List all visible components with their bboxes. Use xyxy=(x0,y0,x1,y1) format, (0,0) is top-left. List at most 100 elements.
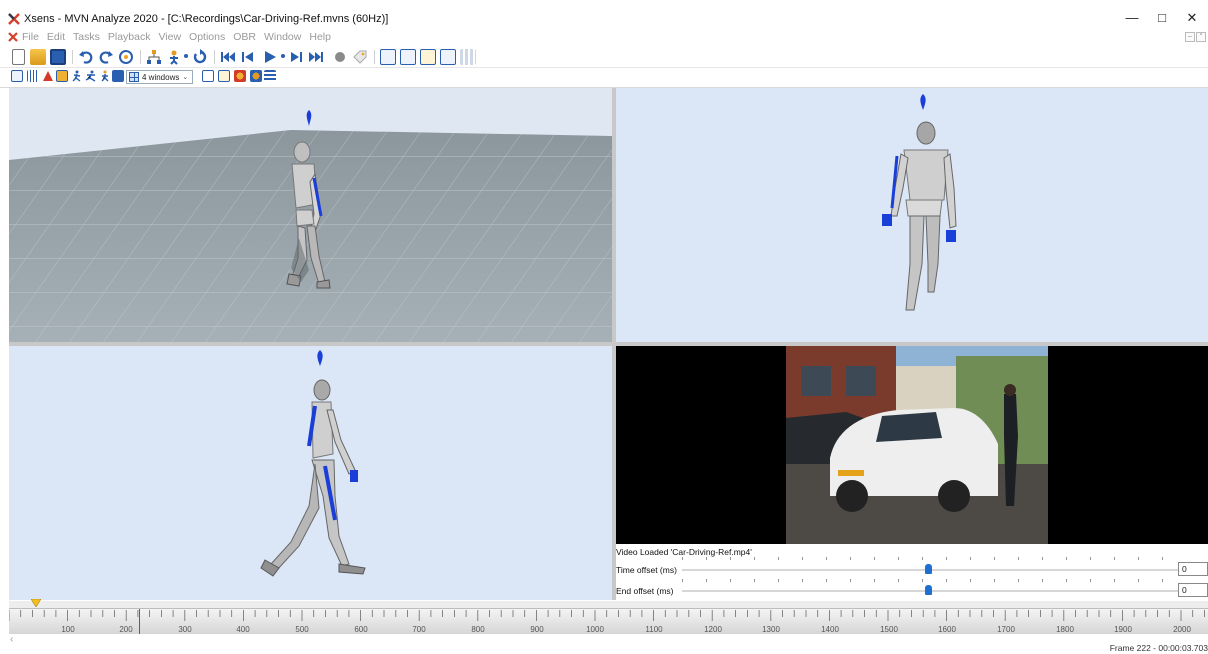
menu-obr[interactable]: OBR xyxy=(233,31,256,43)
time-offset-input[interactable]: 0 xyxy=(1178,562,1208,576)
reprocess-icon[interactable] xyxy=(118,49,134,65)
timeline-label: 2000 xyxy=(1173,625,1191,634)
perspective-scene xyxy=(9,110,612,342)
image-icon[interactable] xyxy=(56,70,68,82)
timeline-label: 1100 xyxy=(645,625,663,634)
timeline-label: 1800 xyxy=(1056,625,1074,634)
export-icon[interactable] xyxy=(400,49,416,65)
time-offset-thumb[interactable] xyxy=(925,564,932,574)
viewport-video[interactable] xyxy=(616,346,1208,544)
timeline-label: 100 xyxy=(61,625,75,634)
avatar-walk-icon[interactable] xyxy=(71,70,83,82)
timeline-label: 1500 xyxy=(880,625,898,634)
viewport-perspective[interactable] xyxy=(9,88,612,342)
mdi-minimize-button[interactable]: – xyxy=(1185,32,1195,42)
end-offset-input[interactable]: 0 xyxy=(1178,583,1208,597)
main-toolbar xyxy=(0,46,1208,68)
floor-grid-icon[interactable] xyxy=(27,70,39,82)
sensor-config-icon[interactable] xyxy=(250,70,262,82)
window-layout-select[interactable]: 4 windows ⌄ xyxy=(126,70,194,84)
timeline-label: 500 xyxy=(295,625,309,634)
time-offset-ticks xyxy=(682,557,1178,560)
new-file-icon[interactable] xyxy=(12,49,25,65)
side-scene xyxy=(260,350,366,577)
skip-to-start-icon[interactable] xyxy=(220,49,236,65)
view-fit-icon[interactable] xyxy=(11,70,23,82)
timeline-label: 1200 xyxy=(704,625,722,634)
video-frame xyxy=(786,346,1048,544)
record-icon[interactable] xyxy=(332,49,348,65)
viewport-side[interactable] xyxy=(9,346,612,600)
timeline[interactable]: 100 200 300 400 500 600 700 800 900 1000… xyxy=(9,599,1208,635)
timeline-label: 900 xyxy=(530,625,544,634)
window-title: Xsens - MVN Analyze 2020 - [C:\Recording… xyxy=(24,13,389,25)
avatar-run-icon[interactable] xyxy=(85,70,97,82)
menu-edit[interactable]: Edit xyxy=(47,31,65,43)
avatar-side xyxy=(260,350,366,577)
step-back-icon[interactable] xyxy=(240,49,256,65)
mdi-restore-button[interactable]: ° xyxy=(1196,32,1206,42)
menu-help[interactable]: Help xyxy=(309,31,331,43)
dropdown-dot-icon[interactable] xyxy=(184,54,188,58)
menu-tasks[interactable]: Tasks xyxy=(73,31,100,43)
close-button[interactable]: ✕ xyxy=(1180,8,1204,28)
avatar-back xyxy=(882,94,957,311)
notes-icon[interactable] xyxy=(218,70,230,82)
marker-tag-icon[interactable] xyxy=(352,49,368,65)
end-offset-thumb[interactable] xyxy=(925,585,932,595)
avatar-stand-icon[interactable] xyxy=(99,70,111,82)
hierarchy-icon[interactable] xyxy=(146,49,162,65)
xsens-menu-icon[interactable] xyxy=(8,32,18,42)
timeline-ruler[interactable]: 100 200 300 400 500 600 700 800 900 1000… xyxy=(9,608,1208,635)
menu-bar: File Edit Tasks Playback View Options OB… xyxy=(0,30,1208,46)
timeline-label: 600 xyxy=(354,625,368,634)
list-icon[interactable] xyxy=(264,70,276,82)
maximize-button[interactable]: □ xyxy=(1150,8,1174,28)
title-bar: Xsens - MVN Analyze 2020 - [C:\Recording… xyxy=(0,0,1208,30)
sensor-icon[interactable] xyxy=(234,70,246,82)
menu-file[interactable]: File xyxy=(22,31,39,43)
menu-playback[interactable]: Playback xyxy=(108,31,151,43)
calibration-icon[interactable] xyxy=(166,49,182,65)
reset-icon[interactable] xyxy=(192,49,208,65)
graph-icon[interactable] xyxy=(440,49,456,65)
step-forward-icon[interactable] xyxy=(288,49,304,65)
scroll-left-icon[interactable]: ‹ xyxy=(10,634,13,645)
play-icon[interactable] xyxy=(262,49,278,65)
timeline-label: 300 xyxy=(178,625,192,634)
menu-window[interactable]: Window xyxy=(264,31,301,43)
chevron-down-icon: ⌄ xyxy=(182,74,189,81)
timeline-label: 1700 xyxy=(997,625,1015,634)
triangle-icon[interactable] xyxy=(42,70,54,82)
viewport-back[interactable] xyxy=(616,88,1208,342)
frame-status: Frame 222 - 00:00:03.703 xyxy=(1109,643,1208,653)
open-folder-icon[interactable] xyxy=(30,49,46,65)
end-offset-label: End offset (ms) xyxy=(616,586,674,596)
timeline-label: 1300 xyxy=(762,625,780,634)
end-offset-ticks xyxy=(682,579,1178,582)
window-grid-icon xyxy=(129,72,139,82)
edit-report-icon[interactable] xyxy=(420,49,436,65)
timeline-playhead[interactable] xyxy=(139,609,140,635)
window-layout-value: 4 windows xyxy=(142,72,180,82)
timeline-label: 1600 xyxy=(938,625,956,634)
save-icon[interactable] xyxy=(50,49,66,65)
grid-view-icon[interactable] xyxy=(460,49,476,65)
filter-icon[interactable] xyxy=(112,70,124,82)
skip-to-end-icon[interactable] xyxy=(308,49,324,65)
timeline-label: 1900 xyxy=(1114,625,1132,634)
back-scene xyxy=(882,94,957,311)
chart-icon[interactable] xyxy=(202,70,214,82)
analysis-icon[interactable] xyxy=(380,49,396,65)
menu-view[interactable]: View xyxy=(158,31,181,43)
timeline-label: 400 xyxy=(236,625,250,634)
undo-icon[interactable] xyxy=(78,49,94,65)
menu-options[interactable]: Options xyxy=(189,31,225,43)
play-dropdown-icon[interactable] xyxy=(281,54,285,58)
redo-icon[interactable] xyxy=(98,49,114,65)
timeline-header xyxy=(9,601,1208,608)
start-marker-icon[interactable] xyxy=(31,599,41,607)
video-panel: Video Loaded 'Car-Driving-Ref.mp4' Time … xyxy=(616,544,1208,600)
timeline-label: 1000 xyxy=(586,625,604,634)
minimize-button[interactable]: — xyxy=(1120,8,1144,28)
